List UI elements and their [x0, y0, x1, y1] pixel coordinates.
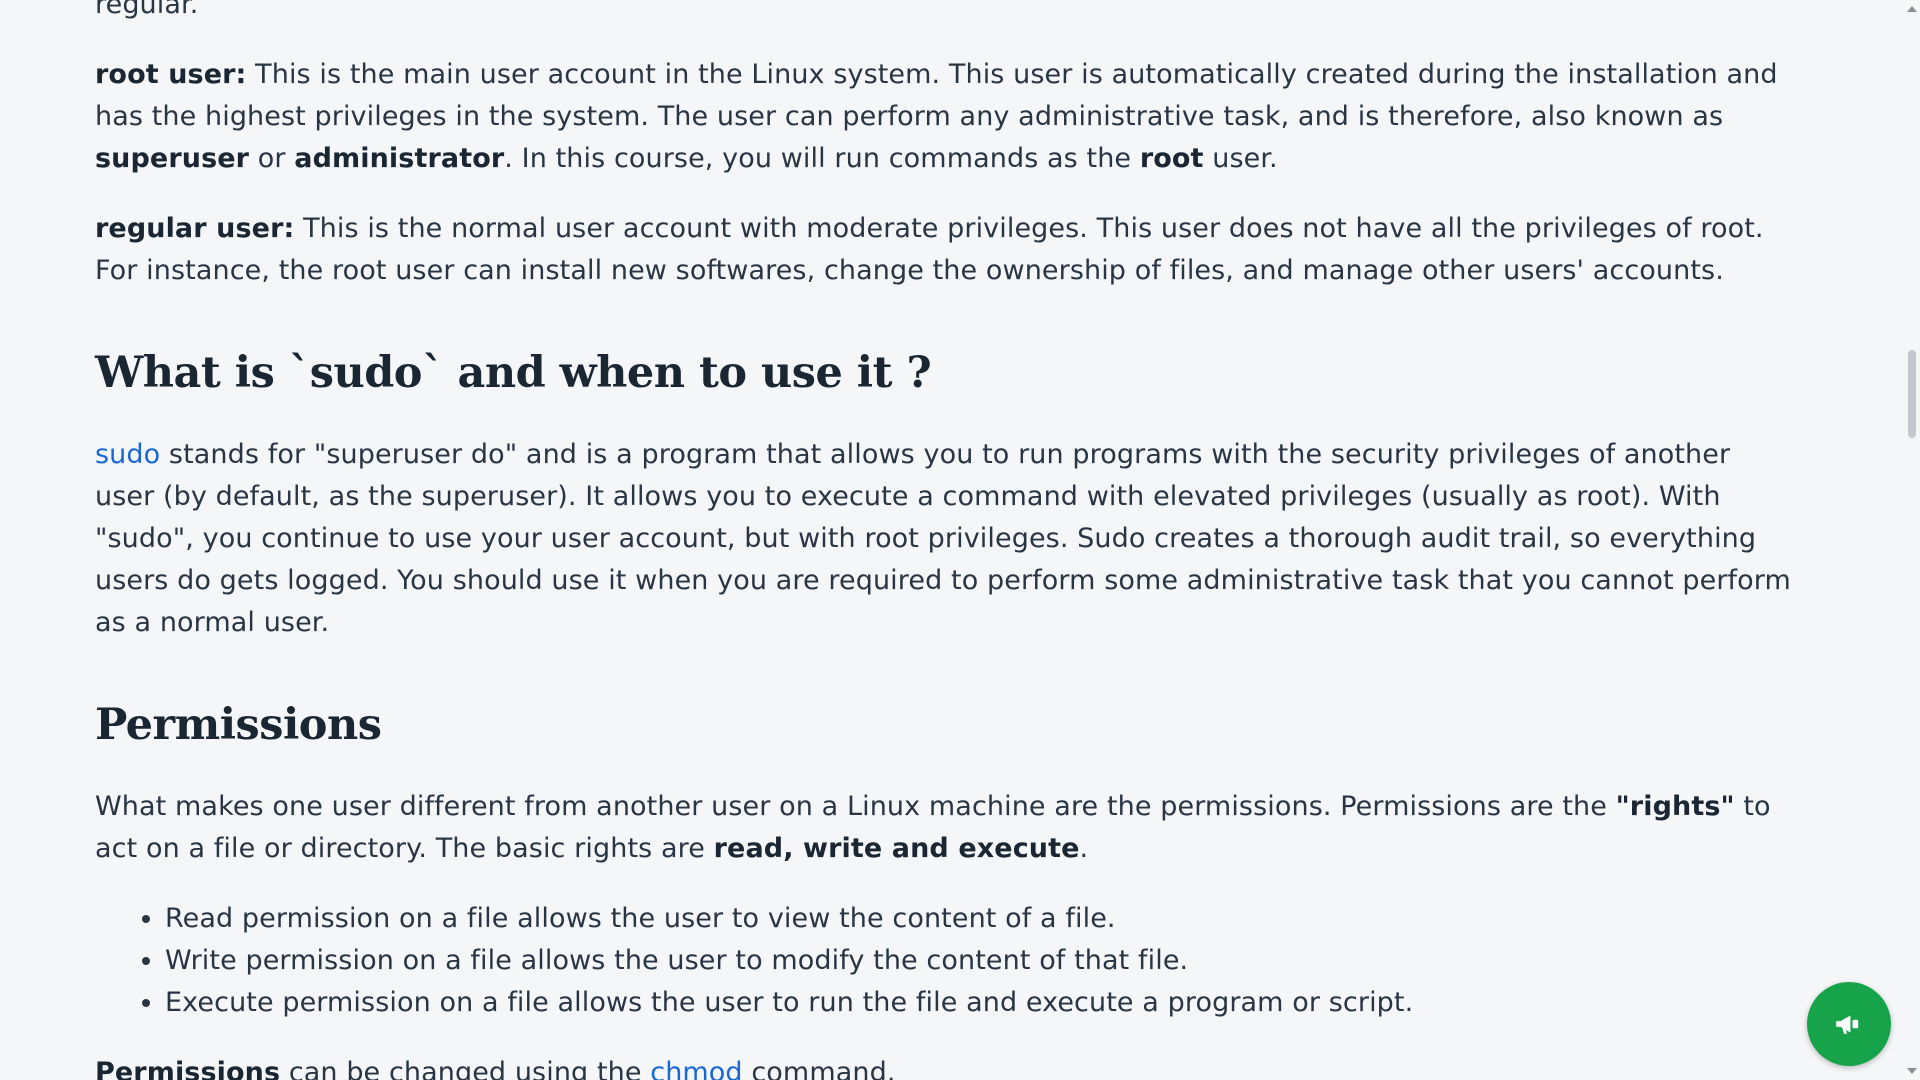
superuser-term: superuser [95, 143, 250, 174]
permissions-text: What makes one user different from anoth… [95, 791, 1616, 822]
root-user-paragraph: root user: This is the main user account… [95, 54, 1795, 180]
feedback-button[interactable] [1807, 982, 1891, 1066]
permissions-text: . [1079, 833, 1089, 864]
article-content: regular. root user: This is the main use… [95, 0, 1795, 1080]
list-item: Write permission on a file allows the us… [165, 940, 1795, 982]
permissions-paragraph: What makes one user different from anoth… [95, 786, 1795, 870]
scroll-up-arrow-icon[interactable] [1907, 6, 1917, 12]
permissions-heading: Permissions [95, 700, 382, 750]
fragment-text: regular. [95, 0, 199, 20]
administrator-term: administrator [294, 143, 505, 174]
root-user-term: root user: [95, 59, 247, 90]
permission-list: Read permission on a file allows the use… [95, 898, 1795, 1024]
root-user-text: or [249, 143, 295, 174]
list-item: Execute permission on a file allows the … [165, 982, 1795, 1024]
sudo-paragraph: sudo stands for "superuser do" and is a … [95, 434, 1795, 644]
chmod-text: command. [742, 1057, 896, 1080]
sudo-text: stands for "superuser do" and is a progr… [95, 439, 1791, 638]
root-user-text: This is the main user account in the Lin… [95, 59, 1778, 132]
sudo-link[interactable]: sudo [95, 439, 160, 470]
vertical-scrollbar[interactable] [1903, 0, 1920, 1080]
chmod-text: can be changed using the [280, 1057, 651, 1080]
root-user-text: user. [1203, 143, 1278, 174]
rwx-term: read, write and execute [713, 833, 1080, 864]
chmod-link[interactable]: chmod [650, 1057, 742, 1080]
permissions-term: Permissions [95, 1057, 281, 1080]
scrollbar-thumb[interactable] [1908, 350, 1916, 438]
megaphone-icon [1836, 1015, 1859, 1034]
paragraph-fragment: regular. [95, 0, 1795, 26]
regular-user-text: This is the normal user account with mod… [95, 213, 1764, 286]
regular-user-term: regular user: [95, 213, 295, 244]
chmod-paragraph: Permissions can be changed using the chm… [95, 1052, 1795, 1080]
regular-user-paragraph: regular user: This is the normal user ac… [95, 208, 1795, 292]
root-user-text: . In this course, you will run commands … [504, 143, 1140, 174]
list-item: Read permission on a file allows the use… [165, 898, 1795, 940]
sudo-heading: What is `sudo` and when to use it ? [95, 348, 932, 398]
root-term: root [1139, 143, 1204, 174]
rights-term: "rights" [1615, 791, 1735, 822]
scroll-down-arrow-icon[interactable] [1907, 1068, 1917, 1074]
